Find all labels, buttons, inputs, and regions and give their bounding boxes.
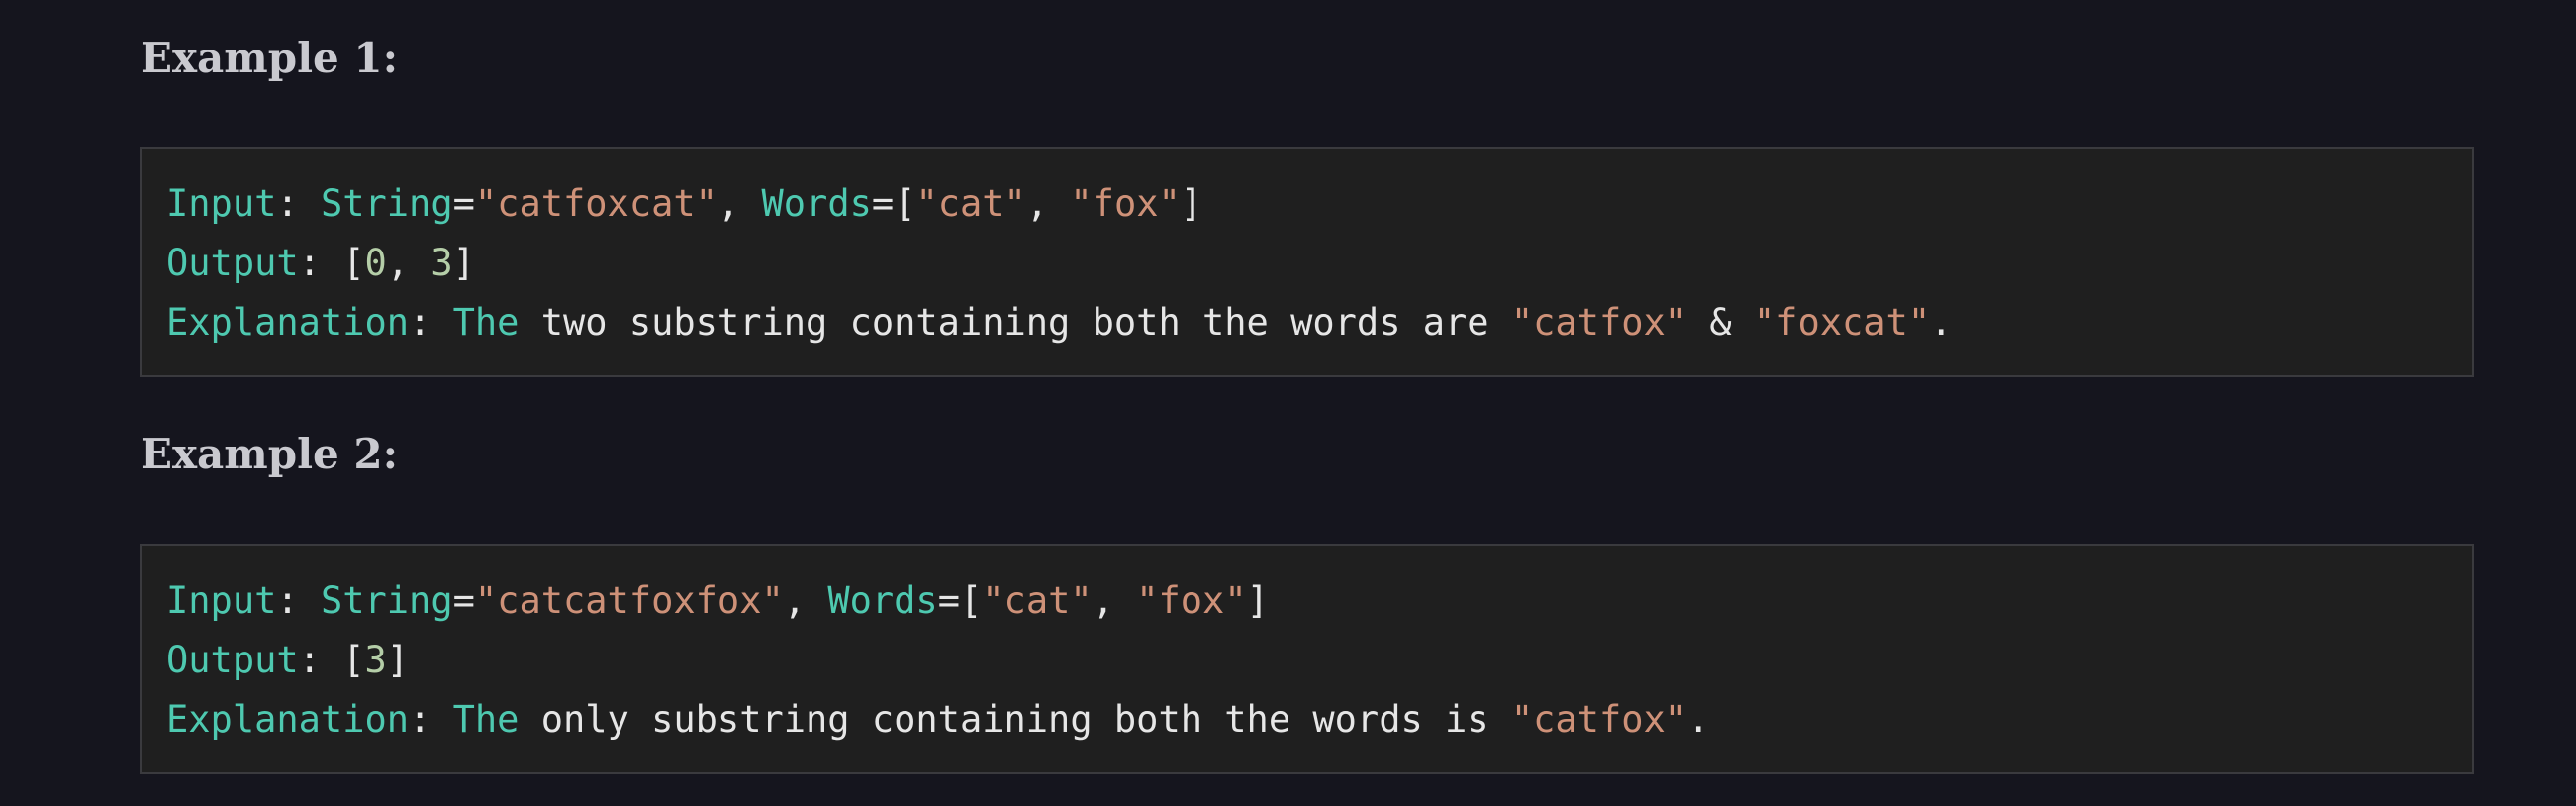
example-1-heading: Example 1:: [141, 34, 399, 82]
example-2-output-line: Output: [3]: [166, 639, 410, 681]
example-1-code-block: Input: String="catfoxcat", Words=["cat",…: [140, 147, 2474, 377]
output-value: 0: [364, 242, 387, 284]
explanation-the: The: [452, 301, 520, 344]
word-b: "fox": [1136, 579, 1247, 622]
explanation-period: .: [1930, 301, 1953, 344]
word-a: "cat": [982, 579, 1093, 622]
example-2-explanation-line: Explanation: The only substring containi…: [166, 698, 1710, 741]
example-2-heading: Example 2:: [141, 430, 399, 478]
example-1-explanation-line: Explanation: The two substring containin…: [166, 301, 1953, 344]
output-value: 3: [430, 242, 453, 284]
explanation-label: Explanation: [166, 698, 410, 741]
example-1-output-line: Output: [0, 3]: [166, 242, 475, 284]
explanation-the: The: [452, 698, 520, 741]
string-value: "catcatfoxfox": [474, 579, 784, 622]
example-2-code-block: Input: String="catcatfoxfox", Words=["ca…: [140, 544, 2474, 774]
string-value: "catfoxcat": [474, 182, 717, 225]
explanation-ampersand: &: [1687, 301, 1754, 344]
explanation-text: two substring containing both the words …: [519, 301, 1511, 344]
input-label: Input: [166, 182, 277, 225]
input-label: Input: [166, 579, 277, 622]
words-key: Words: [761, 182, 872, 225]
explanation-string: "catfox": [1510, 301, 1688, 344]
explanation-string: "catfox": [1510, 698, 1688, 741]
example-2-input-line: Input: String="catcatfoxfox", Words=["ca…: [166, 579, 1269, 622]
output-value: 3: [364, 639, 387, 681]
explanation-string: "foxcat": [1753, 301, 1931, 344]
problem-examples: Example 1: Input: String="catfoxcat", Wo…: [0, 0, 2576, 806]
output-label: Output: [166, 639, 299, 681]
explanation-period: .: [1687, 698, 1710, 741]
word-a: "cat": [915, 182, 1026, 225]
words-key: Words: [827, 579, 938, 622]
word-b: "fox": [1070, 182, 1181, 225]
example-1-input-line: Input: String="catfoxcat", Words=["cat",…: [166, 182, 1203, 225]
explanation-text: only substring containing both the words…: [519, 698, 1511, 741]
explanation-label: Explanation: [166, 301, 410, 344]
string-key: String: [320, 579, 453, 622]
output-label: Output: [166, 242, 299, 284]
string-key: String: [320, 182, 453, 225]
